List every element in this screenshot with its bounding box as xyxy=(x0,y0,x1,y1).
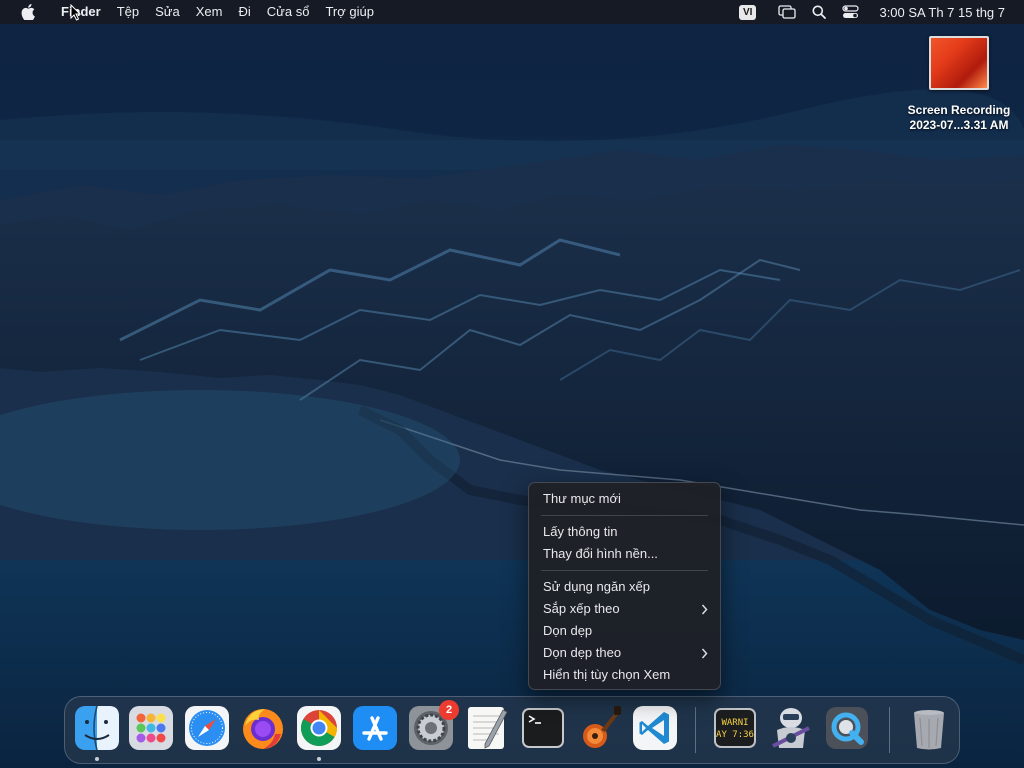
menu-item-clean-up-by-label: Dọn dẹp theo xyxy=(543,645,622,660)
menu-item-change-wallpaper[interactable]: Thay đổi hình nền... xyxy=(529,543,720,565)
desktop-file-screen-recording[interactable]: Screen Recording 2023-07...3.31 AM xyxy=(898,36,1020,133)
app-store-icon xyxy=(353,706,397,750)
dock-safari[interactable] xyxy=(183,704,231,752)
menu-separator xyxy=(541,515,708,516)
dock-launchpad[interactable] xyxy=(127,704,175,752)
dock-console[interactable]: WARNI AY 7:36 xyxy=(711,704,759,752)
dock-app-store[interactable] xyxy=(351,704,399,752)
dock-textedit[interactable] xyxy=(463,704,511,752)
garageband-icon xyxy=(583,706,621,748)
dock-chrome[interactable] xyxy=(295,704,343,761)
dock-automator[interactable] xyxy=(767,704,815,752)
chrome-icon xyxy=(297,706,341,750)
window-switch-icon[interactable] xyxy=(778,5,797,19)
input-source-indicator[interactable]: VI xyxy=(739,4,757,20)
video-thumbnail-icon[interactable] xyxy=(929,36,989,90)
desktop-context-menu: Thư mục mới Lấy thông tin Thay đổi hình … xyxy=(528,482,721,690)
running-indicator xyxy=(95,757,99,761)
quicktime-icon xyxy=(826,707,868,749)
menu-view[interactable]: Xem xyxy=(188,0,231,24)
menu-item-show-view-options[interactable]: Hiển thị tùy chọn Xem xyxy=(529,664,720,686)
chevron-right-icon xyxy=(701,598,708,620)
menu-item-sort-by[interactable]: Sắp xếp theo xyxy=(529,598,720,620)
terminal-icon xyxy=(522,708,564,748)
launchpad-icon xyxy=(129,706,173,750)
menu-item-clean-up[interactable]: Dọn dẹp xyxy=(529,620,720,642)
apple-icon[interactable] xyxy=(18,4,38,20)
control-center-icon[interactable] xyxy=(842,5,860,19)
automator-icon xyxy=(772,708,810,748)
dock-garageband[interactable] xyxy=(575,704,623,752)
dock-vscode[interactable] xyxy=(631,704,679,752)
notification-badge: 2 xyxy=(439,700,459,720)
menu-help[interactable]: Trợ giúp xyxy=(317,0,382,24)
menu-item-clean-up-by[interactable]: Dọn dẹp theo xyxy=(529,642,720,664)
finder-icon xyxy=(75,705,119,751)
dock-quicktime[interactable] xyxy=(823,704,871,752)
menu-item-use-stacks[interactable]: Sử dụng ngăn xếp xyxy=(529,576,720,598)
running-indicator xyxy=(317,757,321,761)
safari-icon xyxy=(185,706,229,750)
desktop-file-name[interactable]: Screen Recording 2023-07...3.31 AM xyxy=(908,103,1011,133)
dock: 2 WARNI AY 7:36 xyxy=(64,696,960,764)
mouse-cursor-icon xyxy=(70,3,82,26)
dock-trash[interactable] xyxy=(905,704,953,752)
dock-separator xyxy=(695,707,696,753)
file-name-line1: Screen Recording xyxy=(907,103,1011,117)
console-text-2: AY 7:36 xyxy=(716,730,754,740)
file-name-line2: 2023-07...3.31 AM xyxy=(909,118,1009,132)
console-icon: WARNI AY 7:36 xyxy=(714,708,756,748)
trash-icon xyxy=(914,710,944,750)
dock-firefox[interactable] xyxy=(239,704,287,752)
menu-item-get-info[interactable]: Lấy thông tin xyxy=(529,521,720,543)
menu-bar: Finder Tệp Sửa Xem Đi Cửa sổ Trợ giúp VI… xyxy=(0,0,1024,24)
menu-file[interactable]: Tệp xyxy=(109,0,147,24)
console-text-1: WARNI xyxy=(721,718,748,728)
search-icon[interactable] xyxy=(812,5,827,19)
firefox-icon xyxy=(243,709,283,749)
menu-go[interactable]: Đi xyxy=(230,0,258,24)
dock-terminal[interactable] xyxy=(519,704,567,752)
menu-separator xyxy=(541,570,708,571)
menu-bar-clock[interactable]: 3:00 SA Th 7 15 thg 7 xyxy=(879,5,1005,20)
desktop-wallpaper[interactable] xyxy=(0,0,1024,768)
menu-window[interactable]: Cửa sổ xyxy=(259,0,318,24)
dock-separator xyxy=(889,707,890,753)
menu-edit[interactable]: Sửa xyxy=(147,0,188,24)
vscode-icon xyxy=(633,706,677,750)
textedit-icon xyxy=(468,707,508,749)
menu-item-new-folder[interactable]: Thư mục mới xyxy=(529,488,720,510)
dock-finder[interactable] xyxy=(73,704,121,761)
dock-system-settings[interactable]: 2 xyxy=(407,700,459,752)
chevron-right-icon xyxy=(701,642,708,664)
menu-item-sort-by-label: Sắp xếp theo xyxy=(543,601,620,616)
